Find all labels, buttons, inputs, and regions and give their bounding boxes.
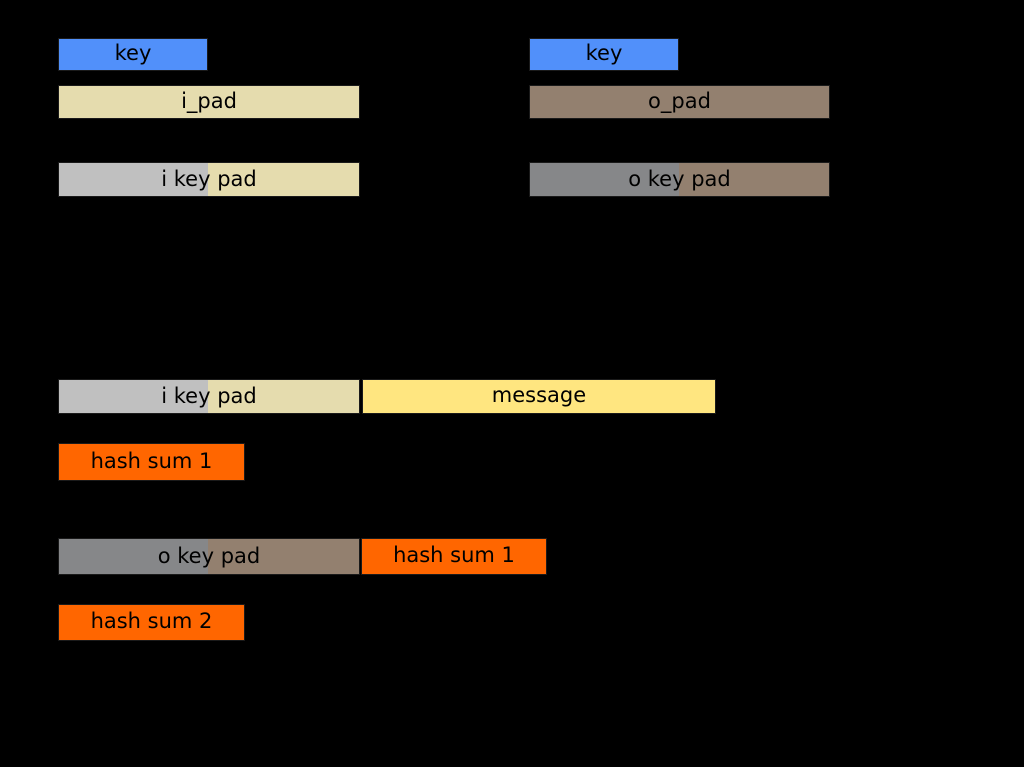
block-hash-sum-1-outer-label: hash sum 1	[393, 543, 515, 567]
block-ipad-label: i_pad	[181, 88, 237, 113]
block-i-key-pad-inner: i key pad	[58, 379, 360, 414]
block-o-key-pad-top: o key pad	[529, 162, 830, 197]
block-i-key-pad-top-label: i key pad	[161, 167, 257, 191]
block-key-right-label: key	[585, 41, 623, 65]
block-hash-sum-2: hash sum 2	[58, 604, 245, 641]
hmac-diagram-canvas: key i_pad i key pad key o_pad o key pad …	[0, 0, 1024, 767]
block-message: message	[362, 379, 716, 414]
block-opad-label: o_pad	[648, 88, 711, 113]
block-opad: o_pad	[529, 85, 830, 119]
block-hash-sum-1-outer: hash sum 1	[361, 538, 547, 575]
block-o-key-pad-outer: o key pad	[58, 538, 360, 575]
block-hash-sum-1-inner-label: hash sum 1	[90, 448, 213, 473]
block-hash-sum-1-inner: hash sum 1	[58, 443, 245, 481]
block-message-label: message	[491, 383, 587, 407]
block-key-left-label: key	[114, 41, 152, 65]
block-i-key-pad-inner-label: i key pad	[161, 384, 257, 408]
block-o-key-pad-outer-label: o key pad	[157, 544, 261, 568]
block-i-key-pad-top: i key pad	[58, 162, 360, 197]
block-ipad: i_pad	[58, 85, 360, 119]
block-hash-sum-2-label: hash sum 2	[90, 609, 213, 633]
block-key-left: key	[58, 38, 208, 71]
block-o-key-pad-top-label: o key pad	[628, 167, 731, 191]
block-key-right: key	[529, 38, 679, 71]
